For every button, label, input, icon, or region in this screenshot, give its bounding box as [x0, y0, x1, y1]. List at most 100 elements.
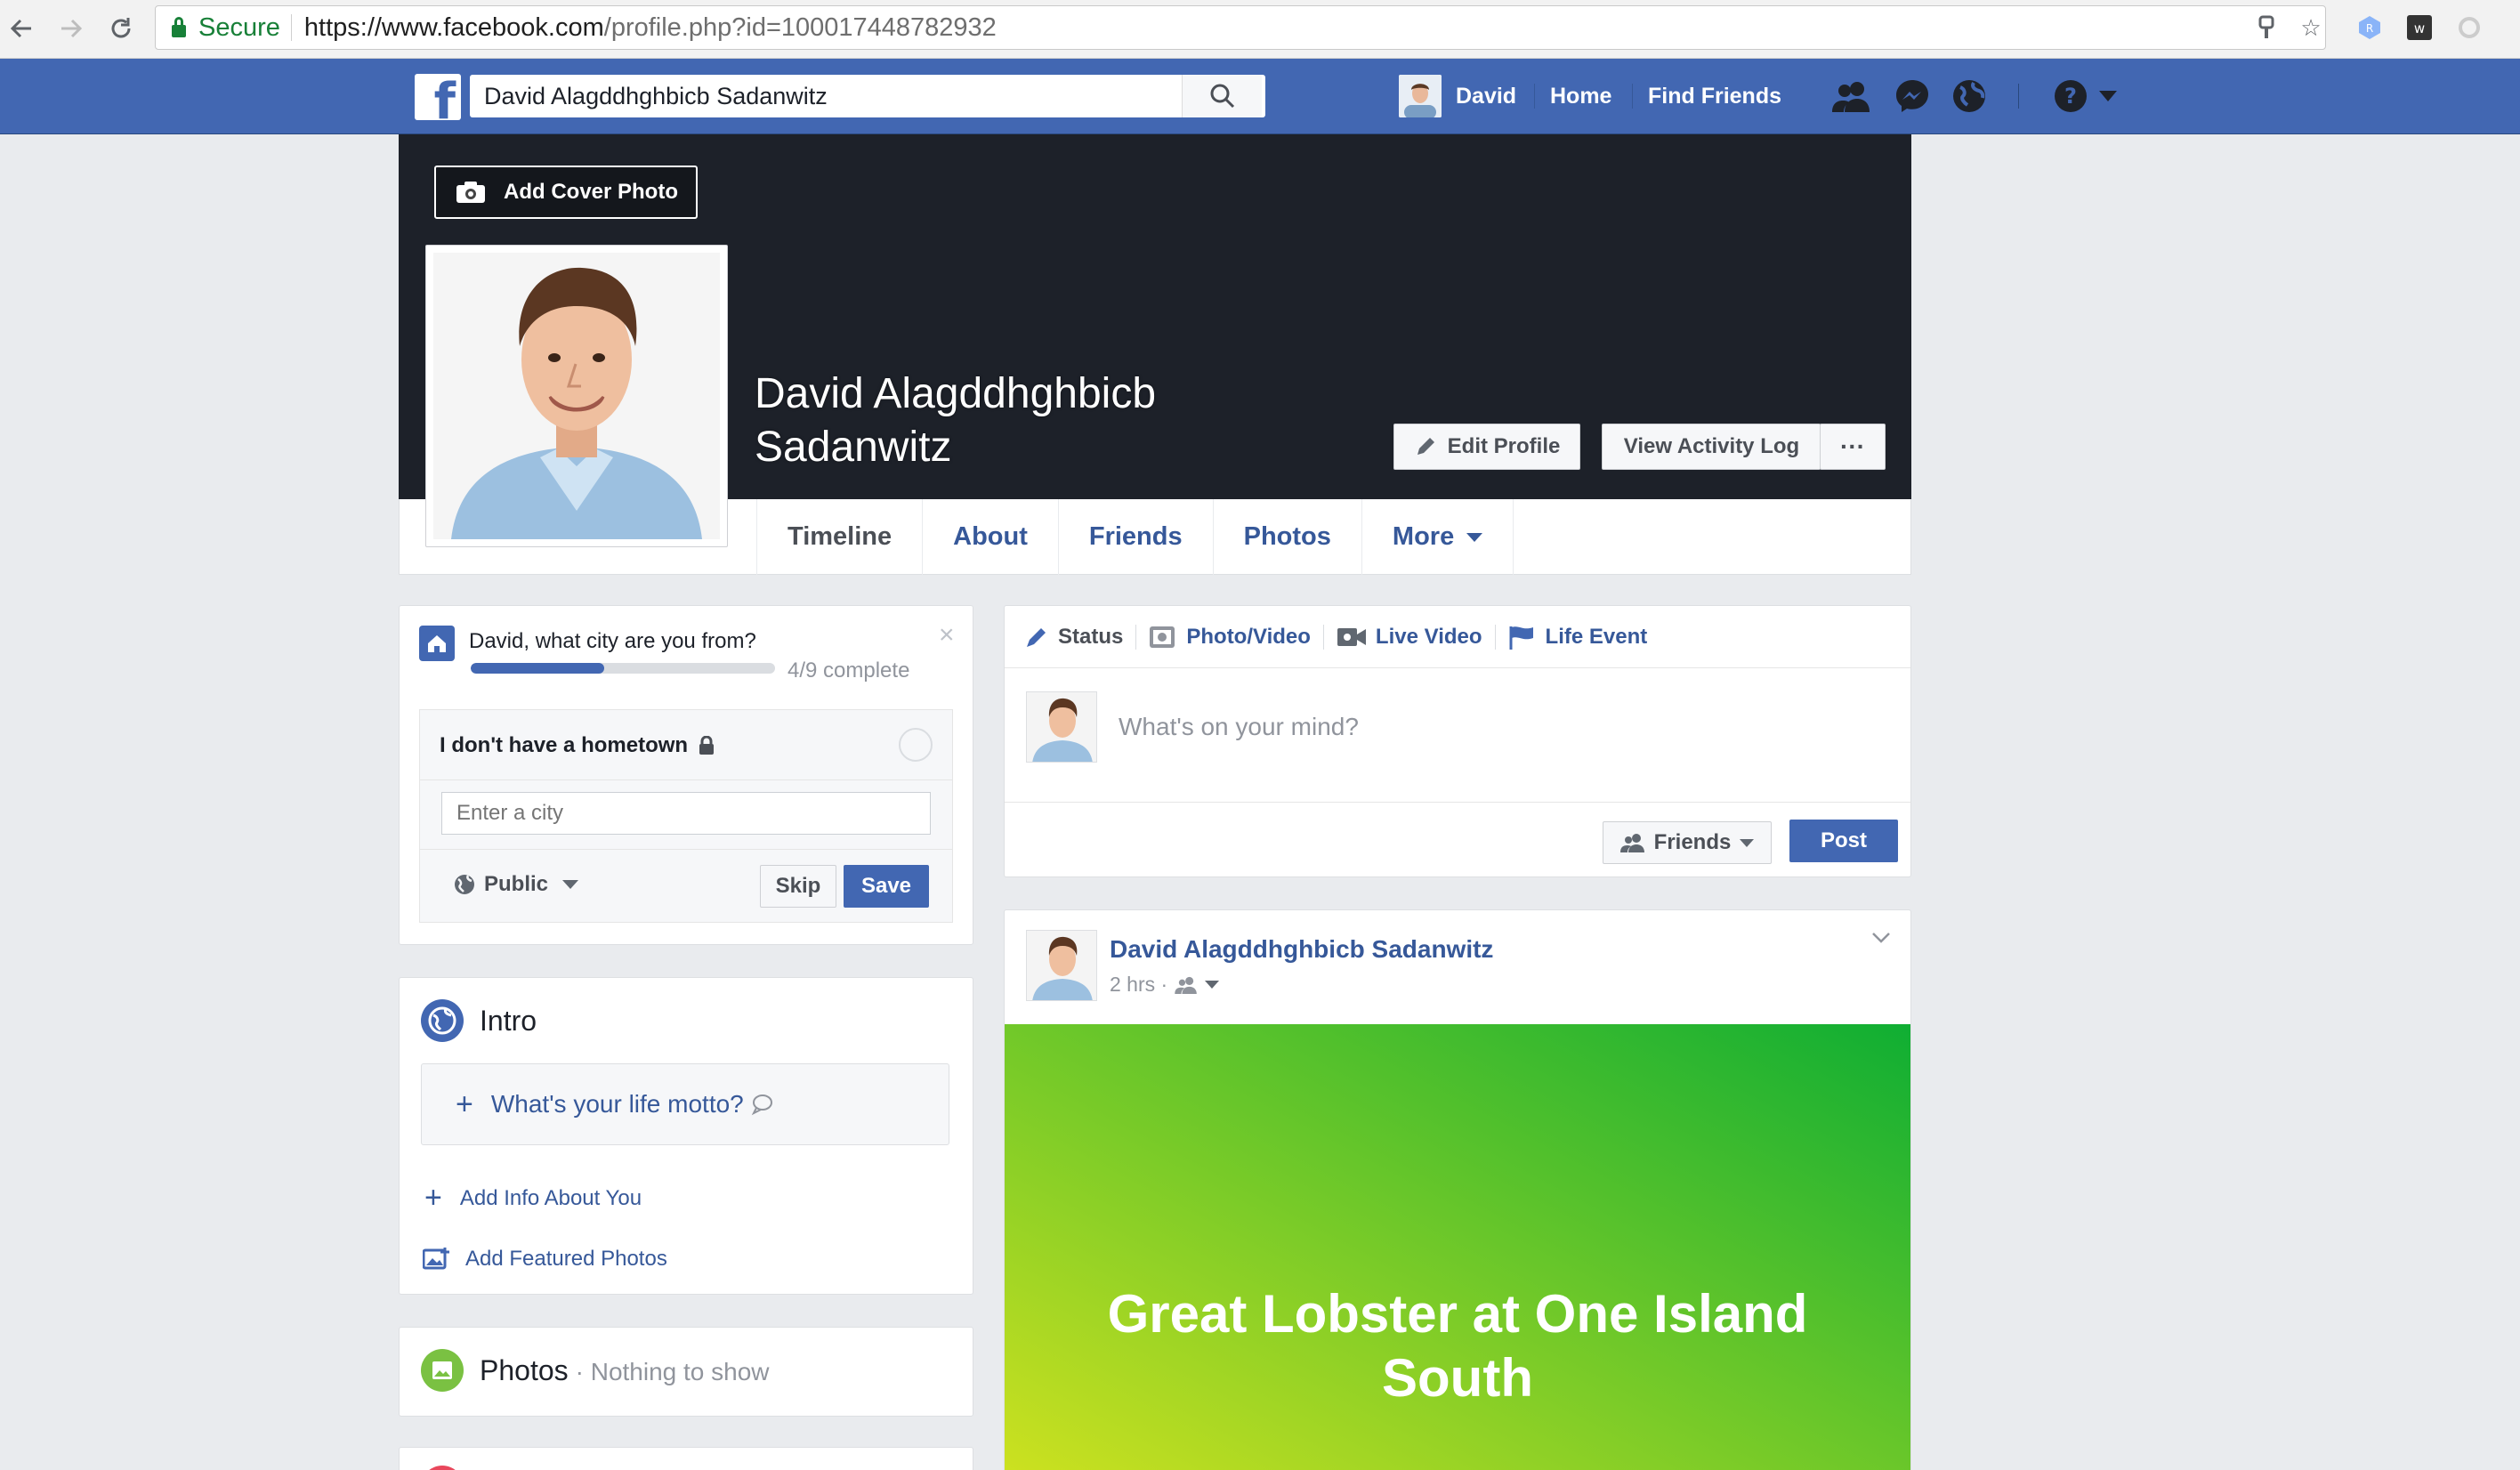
- post-text-line1: Great Lobster at One Island: [1107, 1284, 1808, 1344]
- save-button[interactable]: Save: [844, 865, 929, 908]
- add-info-link[interactable]: + Add Info About You: [424, 1181, 642, 1216]
- intro-card: Intro + What's your life motto? + Add In…: [399, 977, 973, 1295]
- avatar: [433, 253, 720, 539]
- profile-name-line1: David Alagddhghbicb: [755, 370, 1157, 417]
- photos-header: Photos · Nothing to show: [480, 1354, 770, 1387]
- speech-bubble-icon: [751, 1094, 772, 1116]
- post-time[interactable]: 2 hrs ·: [1110, 973, 1167, 997]
- more-options-button[interactable]: ···: [1820, 424, 1886, 470]
- profile-tabs: Timeline About Friends Photos More: [756, 499, 1514, 575]
- photo-video-tab[interactable]: Photo/Video: [1149, 625, 1311, 650]
- tab-timeline[interactable]: Timeline: [756, 499, 924, 575]
- card-icon: [421, 1466, 464, 1470]
- post-background: Great Lobster at One Island South: [1005, 1024, 1910, 1470]
- plus-icon: +: [456, 1086, 473, 1121]
- tab-more-label: More: [1392, 522, 1455, 551]
- tab-more[interactable]: More: [1362, 499, 1514, 575]
- tab-photos[interactable]: Photos: [1214, 499, 1362, 575]
- friend-requests-icon[interactable]: [1831, 77, 1872, 115]
- add-featured-label: Add Featured Photos: [465, 1247, 667, 1271]
- no-hometown-label: I don't have a hometown: [440, 733, 689, 757]
- tab-friends[interactable]: Friends: [1059, 499, 1214, 575]
- divider: [420, 779, 952, 780]
- life-motto-button[interactable]: + What's your life motto?: [421, 1063, 949, 1145]
- divider: [1534, 84, 1535, 109]
- friends-audience-icon[interactable]: [1175, 976, 1198, 994]
- avatar: [1026, 691, 1097, 763]
- account-menu-caret-icon[interactable]: [2095, 77, 2121, 115]
- avatar[interactable]: [1026, 930, 1097, 1001]
- photo-add-icon: [423, 1248, 449, 1270]
- photos-subtitle: · Nothing to show: [575, 1358, 770, 1385]
- back-arrow-icon[interactable]: [2, 9, 41, 48]
- intro-title: Intro: [480, 1005, 537, 1037]
- skip-button[interactable]: Skip: [760, 865, 836, 908]
- find-friends-link[interactable]: Find Friends: [1648, 78, 1781, 114]
- privacy-selector[interactable]: Public: [454, 872, 579, 897]
- user-name: David: [1456, 83, 1517, 109]
- more-dots-icon: ···: [1840, 432, 1865, 460]
- view-activity-log-button[interactable]: View Activity Log: [1602, 424, 1821, 470]
- profile-picture[interactable]: [425, 245, 728, 547]
- extension-swirl-icon[interactable]: [2452, 11, 2486, 44]
- forward-arrow-icon[interactable]: [52, 9, 91, 48]
- add-info-label: Add Info About You: [459, 1185, 642, 1210]
- hometown-form: I don't have a hometown Public Skip Save: [419, 709, 953, 923]
- pencil-icon: [1417, 438, 1434, 455]
- address-bar[interactable]: Secure https://www.facebook.com/profile.…: [155, 5, 2326, 50]
- life-event-tab[interactable]: Life Event: [1508, 625, 1647, 650]
- edit-profile-button[interactable]: Edit Profile: [1393, 424, 1580, 470]
- search-button[interactable]: [1182, 75, 1262, 117]
- add-featured-photos-link[interactable]: Add Featured Photos: [423, 1247, 667, 1272]
- post-button[interactable]: Post: [1789, 820, 1898, 862]
- star-icon[interactable]: ☆: [2294, 11, 2328, 44]
- add-cover-photo-button[interactable]: Add Cover Photo: [434, 166, 698, 219]
- close-icon[interactable]: ×: [939, 620, 955, 650]
- live-video-tab[interactable]: Live Video: [1337, 625, 1482, 650]
- url-path: /profile.php?id=100017448782932: [603, 12, 997, 42]
- divider: [290, 14, 292, 41]
- caret-down-icon: [1740, 838, 1755, 847]
- profile-name: David Alagddhghbicb Sadanwitz: [755, 368, 1324, 474]
- search-input[interactable]: [470, 75, 1182, 117]
- divider: [1135, 624, 1137, 650]
- home-link[interactable]: Home: [1550, 78, 1611, 114]
- post-meta: 2 hrs ·: [1110, 973, 1220, 997]
- tab-about[interactable]: About: [923, 499, 1059, 575]
- audience-label: Friends: [1653, 830, 1732, 854]
- audience-selector[interactable]: Friends: [1603, 821, 1772, 864]
- reload-icon[interactable]: [101, 9, 141, 48]
- extension-r-icon[interactable]: R: [2353, 11, 2387, 44]
- divider: [1322, 624, 1324, 650]
- messenger-icon[interactable]: [1892, 77, 1933, 115]
- progress-text: 4/9 complete: [788, 658, 910, 682]
- no-hometown-radio[interactable]: [899, 728, 933, 762]
- post-author[interactable]: David Alagddhghbicb Sadanwitz: [1110, 935, 1493, 964]
- pencil-icon: [1027, 627, 1046, 647]
- post-options-chevron-icon[interactable]: [1871, 932, 1891, 949]
- composer-input[interactable]: What's on your mind?: [1119, 713, 1359, 741]
- extension-w-icon[interactable]: w: [2403, 11, 2436, 44]
- svg-text:R: R: [2366, 22, 2373, 35]
- divider: [1632, 84, 1633, 109]
- key-icon[interactable]: [2249, 11, 2283, 44]
- photo-icon: [1150, 626, 1175, 648]
- live-video-label: Live Video: [1375, 624, 1482, 649]
- photos-title[interactable]: Photos: [480, 1354, 569, 1387]
- friends-icon: [1619, 834, 1644, 852]
- secure-label: Secure: [198, 12, 280, 42]
- help-icon[interactable]: ?: [2050, 77, 2091, 115]
- photo-video-label: Photo/Video: [1186, 624, 1311, 649]
- facebook-logo-icon[interactable]: f: [415, 74, 461, 120]
- caret-down-icon: [1205, 981, 1220, 989]
- add-cover-photo-label: Add Cover Photo: [504, 180, 678, 204]
- city-input[interactable]: [441, 792, 931, 835]
- life-motto-label: What's your life motto?: [490, 1090, 744, 1118]
- home-icon: [419, 626, 455, 661]
- status-tab[interactable]: Status: [1024, 625, 1123, 650]
- edit-profile-label: Edit Profile: [1447, 434, 1561, 458]
- profile-nav-link[interactable]: David: [1399, 75, 1517, 117]
- avatar: [1399, 75, 1442, 117]
- globe-icon: [455, 875, 474, 894]
- notifications-globe-icon[interactable]: [1949, 77, 1990, 115]
